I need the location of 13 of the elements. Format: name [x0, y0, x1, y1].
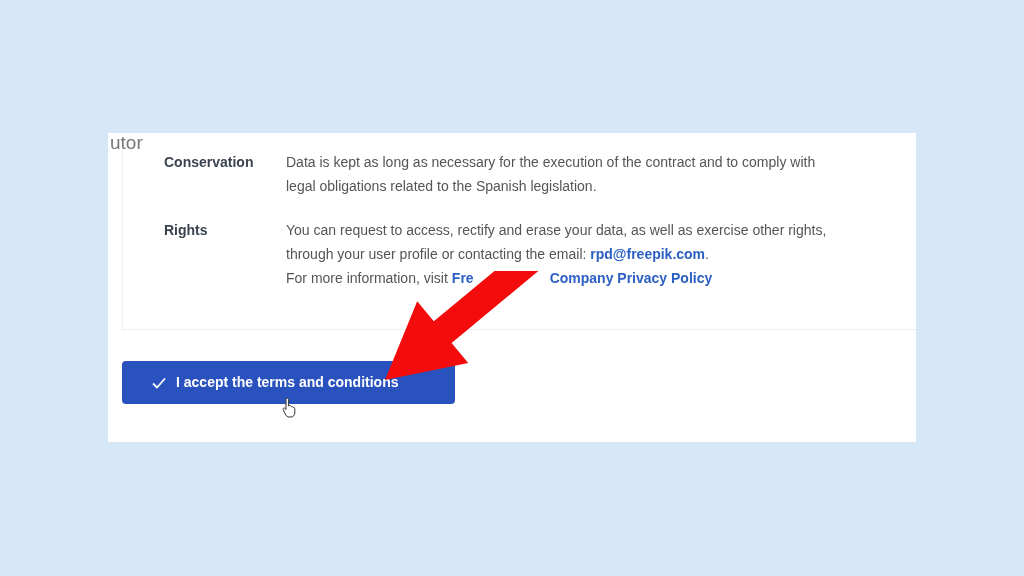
accept-button[interactable]: I accept the terms and conditions — [122, 361, 455, 404]
policy-link[interactable]: Company Privacy Policy — [549, 266, 713, 290]
policy-link[interactable]: Fre — [451, 266, 474, 290]
row-text: legal obligations related to the Spanish legislation. — [286, 177, 598, 196]
row-label: Conservation — [164, 153, 255, 172]
row-text: through your user profile or contacting the email: rpd@freepik.com. — [286, 245, 710, 264]
check-icon — [152, 376, 166, 389]
row-text: You can request to access, rectify and erase your data, as well as exercise other rights, — [286, 221, 827, 240]
hand-cursor-icon — [282, 398, 296, 418]
row-text: For more information, visit — [286, 269, 448, 288]
row-text: Data is kept as long as necessary for the execution of the contract and to comply with — [286, 153, 816, 172]
heading-fragment: utor — [110, 133, 143, 155]
row-label: Rights — [164, 221, 209, 240]
